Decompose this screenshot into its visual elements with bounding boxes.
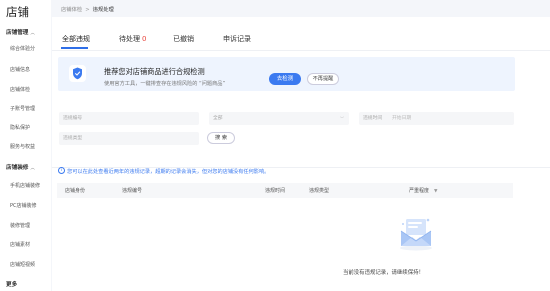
- tab-all-violations[interactable]: 全部违规: [62, 34, 90, 44]
- chevron-up-icon: ︿: [30, 166, 35, 171]
- field-placeholder: 全部: [213, 116, 223, 121]
- info-icon: i: [58, 167, 65, 174]
- active-tab-indicator: [61, 47, 88, 49]
- filter-icon[interactable]: ▼: [434, 189, 437, 194]
- violation-type-select[interactable]: 违规类型: [59, 132, 199, 145]
- empty-envelope-icon: [397, 214, 435, 252]
- tab-label: 申诉记录: [223, 35, 251, 43]
- search-button[interactable]: 搜 索: [207, 132, 235, 144]
- violation-time-picker[interactable]: 违规时间 开始日期: [359, 112, 514, 125]
- start-date-placeholder: 开始日期: [392, 116, 412, 121]
- breadcrumb: 店铺体检 > 违规处理: [61, 5, 114, 13]
- dismiss-reminder-button[interactable]: 不再提醒: [307, 73, 339, 85]
- column-violation-type: 违规类型: [309, 188, 330, 194]
- notice-text: 您可以在此处查看近两年的违规记录，超期的记录会消失，但对您的店铺没有任何影响。: [67, 169, 270, 175]
- table-header: 店铺身份 违规编号 违规时间 违规类型 严重程度 ▼: [57, 183, 513, 198]
- sidebar-item-mobile-decoration[interactable]: 手机店铺装修: [10, 182, 40, 189]
- sidebar-section-label: 更多: [6, 282, 18, 288]
- chevron-down-icon: ﹀: [340, 116, 344, 121]
- field-placeholder: 违规编号: [63, 116, 83, 121]
- tab-appeals[interactable]: 申诉记录: [223, 34, 251, 44]
- column-store-identity: 店铺身份: [65, 188, 86, 194]
- main-panel: 全部违规 待处理 0 已撤销 申诉记录 推荐您对店铺商品进行合规检测 使用官方工具…: [52, 17, 550, 291]
- empty-state-text: 当前没有违规记录，请继续保持！: [343, 270, 424, 276]
- type-select[interactable]: 全部 ﹀: [209, 112, 349, 125]
- breadcrumb-current: 违规处理: [92, 7, 114, 13]
- banner-title: 推荐您对店铺商品进行合规检测: [104, 67, 205, 76]
- sidebar-item-store-materials[interactable]: 店铺素材: [10, 241, 30, 248]
- tab-label: 已撤销: [173, 35, 194, 43]
- sidebar-section-decoration[interactable]: 店铺装修 ︿: [6, 163, 35, 171]
- column-violation-time: 违规时间: [265, 188, 286, 194]
- tab-pending[interactable]: 待处理 0: [119, 34, 146, 44]
- tab-divider: [52, 50, 550, 51]
- sidebar-section-more[interactable]: 更多: [6, 280, 17, 288]
- column-severity[interactable]: 严重程度 ▼: [409, 187, 437, 194]
- tab-label: 全部违规: [62, 35, 90, 43]
- column-label: 严重程度: [409, 188, 430, 194]
- sidebar-title: 店铺: [6, 5, 29, 19]
- banner-description: 使用官方工具，一键排查存在违规风险的 “问题商品”: [104, 81, 226, 87]
- sidebar-item-privacy[interactable]: 隐私保护: [10, 124, 30, 131]
- chevron-up-icon: ︿: [30, 31, 35, 36]
- sidebar-item-decoration-management[interactable]: 装修管理: [10, 222, 30, 229]
- tab-label: 待处理: [119, 35, 140, 43]
- sidebar: 店铺 店铺管理 ︿ 综合体验分 店铺信息 店铺体检 子账号管理 隐私保护 服务与权…: [0, 0, 51, 291]
- sidebar-item-store-check[interactable]: 店铺体检: [10, 86, 30, 93]
- sidebar-item-score[interactable]: 综合体验分: [10, 45, 35, 52]
- start-check-button[interactable]: 去检测: [269, 73, 301, 85]
- violation-id-input[interactable]: 违规编号: [59, 112, 199, 125]
- sidebar-item-services[interactable]: 服务与权益: [10, 143, 35, 150]
- sidebar-section-label: 店铺管理: [6, 30, 29, 36]
- tab-count-badge: 0: [142, 35, 147, 43]
- sidebar-item-store-info[interactable]: 店铺信息: [10, 66, 30, 73]
- sidebar-section-store-management[interactable]: 店铺管理 ︿: [6, 28, 35, 36]
- field-label: 违规时间: [363, 116, 383, 121]
- sidebar-item-sub-accounts[interactable]: 子账号管理: [10, 105, 35, 112]
- breadcrumb-separator: >: [85, 7, 90, 13]
- tab-revoked[interactable]: 已撤销: [173, 34, 194, 44]
- column-violation-id: 违规编号: [122, 188, 143, 194]
- shield-check-icon: [69, 65, 86, 82]
- field-placeholder: 违规类型: [63, 136, 83, 141]
- sidebar-section-label: 店铺装修: [6, 165, 29, 171]
- breadcrumb-parent[interactable]: 店铺体检: [61, 7, 82, 13]
- sidebar-item-store-videos[interactable]: 店铺短视频: [10, 261, 35, 268]
- sidebar-item-pc-decoration[interactable]: PC店铺装修: [10, 202, 37, 209]
